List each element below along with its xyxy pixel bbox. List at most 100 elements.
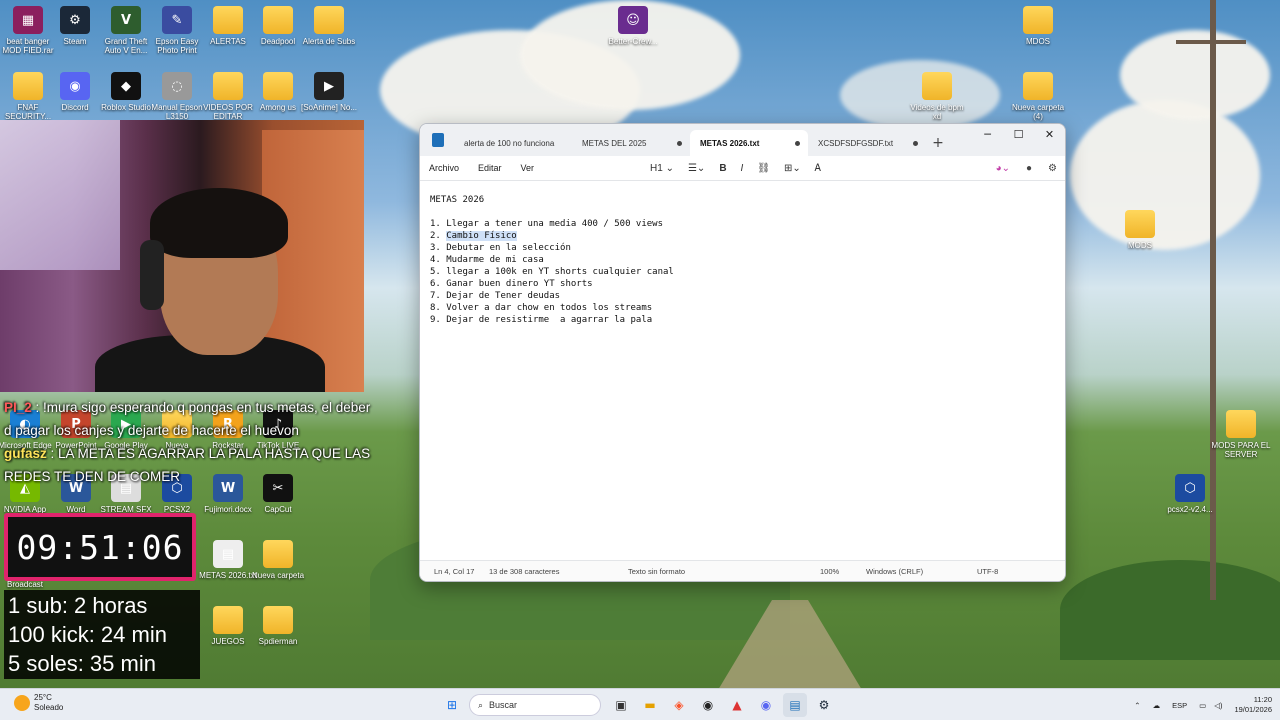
menu-archivo[interactable]: Archivo — [429, 163, 459, 173]
desktop-icon-mods[interactable]: MODS — [1112, 210, 1168, 250]
desktop-icon-label: [SoAnime] No... — [300, 103, 358, 112]
desktop-icon-nueva-carpeta-4[interactable]: Nueva carpeta (4) — [1010, 72, 1066, 121]
task-view-icon[interactable]: ▣ — [609, 693, 633, 717]
tab-label: METAS DEL 2025 — [582, 138, 647, 148]
soanime-icon: ▶ — [314, 72, 344, 100]
selection-count: 13 de 308 caracteres — [489, 566, 560, 576]
close-icon[interactable]: ✕ — [1034, 124, 1065, 144]
folder-icon — [1023, 6, 1053, 34]
folder-icon — [213, 72, 243, 100]
obs-icon[interactable]: ◉ — [696, 693, 720, 717]
chat-text: !mura sigo esperando q pongas en tus met… — [4, 400, 371, 438]
desktop-icon-label: CapCut — [264, 505, 292, 514]
discord-icon: ◉ — [60, 72, 90, 100]
desktop-icon-steam[interactable]: ⚙ Steam — [47, 6, 103, 46]
webcam-headset — [140, 240, 164, 310]
desktop-icon-label: Better-Crew... — [608, 37, 658, 46]
desktop-icon-videos-bpm[interactable]: Videos de bpm xd — [909, 72, 965, 121]
clock[interactable]: 11:20 19/01/2026 — [1234, 695, 1272, 715]
folder-icon — [13, 72, 43, 100]
app-icon[interactable]: ▲ — [725, 693, 749, 717]
network-icon[interactable]: ▭ — [1199, 701, 1206, 710]
search-box[interactable]: ⌕ Buscar — [469, 694, 601, 716]
desktop-icon-pcsx2-v2[interactable]: ⬡ pcsx2-v2.4... — [1162, 474, 1218, 514]
notepad-window: alerta de 100 no funciona METAS DEL 2025… — [419, 123, 1066, 582]
file-explorer-icon[interactable]: ▬ — [638, 693, 662, 717]
copilot-icon[interactable]: ◕⌄ — [996, 163, 1010, 174]
clear-format-icon[interactable]: Ꭺ — [815, 163, 822, 174]
desktop-icon-spdierman[interactable]: Spdierman — [250, 606, 306, 646]
desktop-icon-better-crew[interactable]: ☺ Better-Crew... — [605, 6, 661, 46]
minimize-icon[interactable]: ─ — [972, 124, 1003, 144]
desktop-icon-gta[interactable]: V Grand Theft Auto V En... — [98, 6, 154, 55]
steam-icon: ⚙ — [60, 6, 90, 34]
tab-metas-2025[interactable]: METAS DEL 2025 — [572, 130, 690, 156]
goal-line: 100 kick: 24 min — [8, 622, 167, 647]
toolbar-right: ◕⌄ ● ⚙ — [980, 156, 1057, 180]
desktop-icon-roblox[interactable]: ◆ Roblox Studio — [98, 72, 154, 112]
desktop-icon-among-us[interactable]: Among us — [250, 72, 306, 112]
roblox-icon: ◆ — [111, 72, 141, 100]
chat-username: gufasz — [4, 446, 47, 461]
metas-2026-icon: ▤ — [213, 540, 243, 568]
system-tray: ⌃ ☁ ESP ▭ ◁) 11:20 19/01/2026 — [1134, 693, 1272, 717]
stream-chat: PI_2 : !mura sigo esperando q pongas en … — [4, 396, 376, 488]
bold-icon[interactable]: B — [719, 163, 726, 174]
desktop-icon-nueva-carpeta[interactable]: Nueva carpeta — [250, 540, 306, 580]
manual-icon: ◌ — [162, 72, 192, 100]
weather-widget[interactable]: 25°C Soleado — [14, 693, 63, 713]
webcam-window-light — [0, 120, 120, 270]
notepad-icon[interactable]: ▤ — [783, 693, 807, 717]
language-indicator[interactable]: ESP — [1172, 701, 1187, 710]
goal-line: 5 soles: 35 min — [8, 651, 156, 676]
chat-text: LA META ES AGARRAR LA PALA HASTA QUE LAS… — [4, 446, 371, 484]
tab-xcsdf[interactable]: XCSDFSDFGSDF.txt — [808, 130, 926, 156]
desktop-icon-alerta-subs[interactable]: Alerta de Subs — [301, 6, 357, 46]
folder-icon — [263, 6, 293, 34]
beat-banger-icon: ▦ — [13, 6, 43, 34]
desktop-icon-mods-server[interactable]: MODS PARA EL SERVER — [1212, 410, 1270, 459]
desktop-icon-manual[interactable]: ◌ Manual Epson L3150 — [149, 72, 205, 121]
settings-gear-icon[interactable]: ⚙ — [1048, 163, 1057, 174]
desktop-icon-label: Alerta de Subs — [302, 37, 356, 46]
search-icon: ⌕ — [478, 699, 484, 710]
tab-alerta[interactable]: alerta de 100 no funciona — [454, 130, 572, 156]
desktop-icon-videos-por-editar[interactable]: VIDEOS POR EDITAR — [200, 72, 256, 121]
folder-icon — [213, 6, 243, 34]
chevron-up-icon[interactable]: ⌃ — [1134, 701, 1140, 710]
tab-label: XCSDFSDFGSDF.txt — [818, 138, 894, 148]
tab-metas-2026[interactable]: METAS 2026.txt — [690, 130, 808, 156]
start-windows-icon[interactable]: ⊞ — [440, 693, 464, 717]
text-editor[interactable]: METAS 2026 1. Llegar a tener una media 4… — [420, 181, 1065, 569]
desktop-icon-discord[interactable]: ◉ Discord — [47, 72, 103, 112]
folder-icon — [314, 6, 344, 34]
desktop-icon-soanime[interactable]: ▶ [SoAnime] No... — [301, 72, 357, 112]
discord-icon[interactable]: ◉ — [754, 693, 778, 717]
folder-icon — [263, 72, 293, 100]
new-tab-plus-icon[interactable]: + — [926, 130, 950, 156]
desktop-icon-mdos[interactable]: MDOS — [1010, 6, 1066, 46]
brave-icon[interactable]: ◈ — [667, 693, 691, 717]
menu-ver[interactable]: Ver — [521, 163, 535, 173]
link-icon[interactable]: ⛓ — [757, 163, 770, 174]
steam-icon[interactable]: ⚙ — [812, 693, 836, 717]
desktop-icon-epson[interactable]: ✎ Epson Easy Photo Print — [149, 6, 205, 55]
table-icon[interactable]: ⊞⌄ — [784, 163, 801, 174]
list-icon[interactable]: ☰⌄ — [688, 163, 705, 174]
epson-icon: ✎ — [162, 6, 192, 34]
utility-pole-crossbar — [1176, 40, 1246, 44]
chat-message: gufasz : LA META ES AGARRAR LA PALA HAST… — [4, 446, 371, 484]
menu-editar[interactable]: Editar — [478, 163, 502, 173]
volume-icon[interactable]: ◁) — [1214, 701, 1222, 710]
cloud-icon[interactable]: ☁ — [1153, 701, 1161, 710]
search-placeholder: Buscar — [489, 700, 518, 710]
account-icon[interactable]: ● — [1026, 163, 1032, 174]
zoom-level[interactable]: 100% — [820, 567, 839, 576]
tab-label: alerta de 100 no funciona — [464, 138, 555, 148]
heading-dropdown[interactable]: H1 ⌄ — [650, 163, 674, 174]
maximize-icon[interactable]: ☐ — [1003, 124, 1034, 144]
desktop-icon-deadpool[interactable]: Deadpool — [250, 6, 306, 46]
italic-icon[interactable]: I — [741, 163, 744, 174]
desktop-icon-label: Nueva carpeta (4) — [1011, 103, 1065, 121]
desktop-icon-label: MODS — [1128, 241, 1152, 250]
